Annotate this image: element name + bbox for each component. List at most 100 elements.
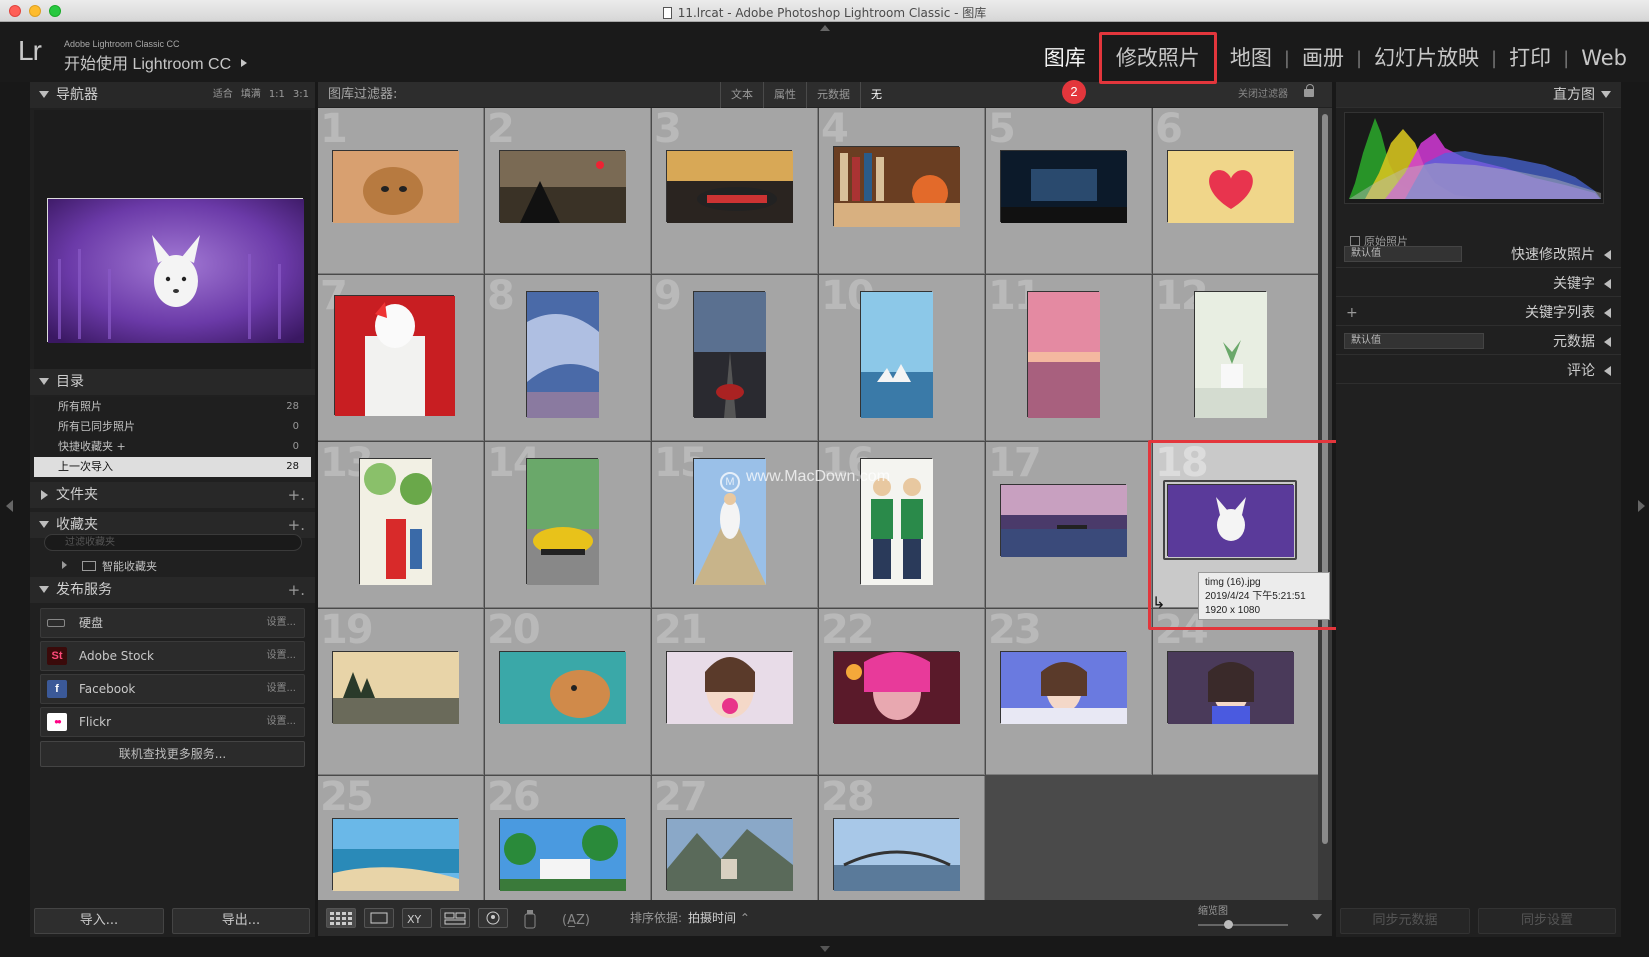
grid-cell[interactable]: 4	[819, 108, 985, 274]
left-panel-toggle-icon[interactable]	[6, 500, 13, 512]
publish-hard-drive[interactable]: 硬盘 设置...	[40, 608, 305, 638]
grid-cell[interactable]: 12	[1153, 275, 1318, 441]
compare-view-button[interactable]: XY	[402, 908, 432, 928]
sync-settings-button[interactable]: 同步设置	[1478, 908, 1616, 934]
grid-cell[interactable]: 28	[819, 776, 985, 900]
filter-attribute[interactable]: 属性	[763, 82, 806, 108]
filter-metadata[interactable]: 元数据	[806, 82, 860, 108]
add-publish-service-button[interactable]: +.	[288, 577, 305, 603]
identity-subtitle[interactable]: 开始使用 Lightroom CC	[64, 50, 248, 74]
module-print[interactable]: 打印	[1497, 46, 1563, 70]
grid-cell[interactable]: 6	[1153, 108, 1318, 274]
photo-thumbnail[interactable]	[526, 458, 599, 585]
module-book[interactable]: 画册	[1290, 46, 1356, 70]
sort-control[interactable]: 排序依据: 拍摄时间 ⌃	[630, 900, 750, 936]
filmstrip-toggle-icon[interactable]	[820, 946, 830, 952]
photo-thumbnail[interactable]	[1167, 150, 1294, 223]
zoom-3-1[interactable]: 3:1	[293, 89, 309, 100]
photo-thumbnail[interactable]	[359, 458, 432, 585]
comments-header[interactable]: 评论	[1336, 358, 1621, 384]
photo-thumbnail[interactable]	[334, 295, 455, 416]
grid-cell[interactable]: 24	[1153, 609, 1318, 775]
zoom-fill[interactable]: 填满	[241, 89, 261, 100]
close-filter-dropdown[interactable]: 关闭过滤器	[1238, 82, 1288, 108]
grid-cell[interactable]: 23	[986, 609, 1152, 775]
catalog-item-all-photos[interactable]: 所有照片 28	[34, 397, 311, 417]
module-web[interactable]: Web	[1569, 46, 1639, 70]
painter-icon[interactable]	[522, 908, 538, 934]
top-panel-toggle-icon[interactable]	[820, 25, 830, 31]
publish-setup-link[interactable]: 设置...	[266, 642, 296, 670]
find-more-services-button[interactable]: 联机查找更多服务...	[40, 741, 305, 767]
module-map[interactable]: 地图	[1218, 46, 1284, 70]
publish-facebook[interactable]: f Facebook 设置...	[40, 674, 305, 704]
people-view-button[interactable]	[478, 908, 508, 928]
collections-search-input[interactable]: 过滤收藏夹	[44, 534, 302, 551]
grid-cell[interactable]: 3	[652, 108, 818, 274]
grid-cell[interactable]: 15	[652, 442, 818, 608]
module-library[interactable]: 图库	[1032, 46, 1098, 70]
grid-cell[interactable]: 16	[819, 442, 985, 608]
photo-thumbnail[interactable]	[332, 651, 459, 724]
grid-cell[interactable]: 19	[318, 609, 484, 775]
add-keyword-icon[interactable]: +	[1346, 300, 1358, 326]
grid-cell[interactable]: 21	[652, 609, 818, 775]
module-slideshow[interactable]: 幻灯片放映	[1362, 46, 1491, 70]
export-button[interactable]: 导出...	[172, 908, 310, 934]
grid-cell[interactable]: 8	[485, 275, 651, 441]
keyword-list-header[interactable]: + 关键字列表	[1336, 300, 1621, 326]
photo-thumbnail[interactable]	[833, 651, 960, 724]
toolbar-menu-chevron-icon[interactable]	[1312, 914, 1322, 920]
grid-view-button[interactable]	[326, 908, 356, 928]
zoom-fit[interactable]: 适合	[213, 89, 233, 100]
navigator-preview-image[interactable]	[47, 198, 304, 343]
photo-thumbnail[interactable]	[1000, 651, 1127, 724]
photo-thumbnail[interactable]	[499, 651, 626, 724]
grid-cell[interactable]: 13	[318, 442, 484, 608]
add-folder-button[interactable]: +.	[288, 482, 305, 508]
grid-cell[interactable]: 26	[485, 776, 651, 900]
photo-thumbnail[interactable]	[833, 146, 960, 227]
folders-header[interactable]: 文件夹 +.	[30, 482, 315, 508]
publish-adobe-stock[interactable]: St Adobe Stock 设置...	[40, 641, 305, 671]
photo-thumbnail[interactable]	[666, 651, 793, 724]
grid-cell[interactable]: 22	[819, 609, 985, 775]
grid-cell[interactable]: 7	[318, 275, 484, 441]
photo-thumbnail[interactable]	[666, 818, 793, 891]
publish-flickr[interactable]: ●● Flickr 设置...	[40, 707, 305, 737]
grid-cell[interactable]: 11	[986, 275, 1152, 441]
photo-thumbnail[interactable]	[833, 818, 960, 891]
grid-cell[interactable]: 27	[652, 776, 818, 900]
histogram-header[interactable]: 直方图	[1336, 82, 1621, 108]
grid-cell[interactable]: 25	[318, 776, 484, 900]
photo-thumbnail[interactable]	[1194, 291, 1267, 418]
thumbnail-size-slider[interactable]	[1198, 920, 1288, 929]
sort-direction-icon[interactable]: (A̲Z)	[560, 908, 590, 934]
sync-metadata-button[interactable]: 同步元数据	[1340, 908, 1470, 934]
navigator-header[interactable]: 导航器 适合 填满 1:1 3:1	[30, 82, 315, 108]
photo-thumbnail[interactable]	[860, 291, 933, 418]
saved-preset-select[interactable]: 默认值	[1344, 246, 1462, 262]
import-button[interactable]: 导入...	[34, 908, 164, 934]
right-panel-toggle-icon[interactable]	[1638, 500, 1645, 512]
filter-text[interactable]: 文本	[720, 82, 763, 108]
zoom-1-1[interactable]: 1:1	[269, 89, 285, 100]
photo-thumbnail[interactable]	[1000, 150, 1127, 223]
lock-icon[interactable]	[1304, 84, 1314, 97]
grid-cell[interactable]: 17	[986, 442, 1152, 608]
grid-cell[interactable]: 5	[986, 108, 1152, 274]
photo-thumbnail[interactable]	[499, 818, 626, 891]
thumbnail-size-knob[interactable]	[1224, 920, 1233, 929]
photo-thumbnail[interactable]	[499, 150, 626, 223]
grid-cell[interactable]: 2	[485, 108, 651, 274]
metadata-preset-select[interactable]: 默认值	[1344, 333, 1484, 349]
loupe-view-button[interactable]	[364, 908, 394, 928]
grid-cell[interactable]: 14	[485, 442, 651, 608]
photo-thumbnail[interactable]	[332, 150, 459, 223]
catalog-item-all-synced[interactable]: 所有已同步照片 0	[34, 417, 311, 437]
survey-view-button[interactable]	[440, 908, 470, 928]
photo-thumbnail[interactable]	[1027, 291, 1100, 418]
photo-thumbnail[interactable]	[666, 150, 793, 223]
publish-setup-link[interactable]: 设置...	[266, 609, 296, 637]
photo-thumbnail[interactable]	[693, 291, 766, 418]
